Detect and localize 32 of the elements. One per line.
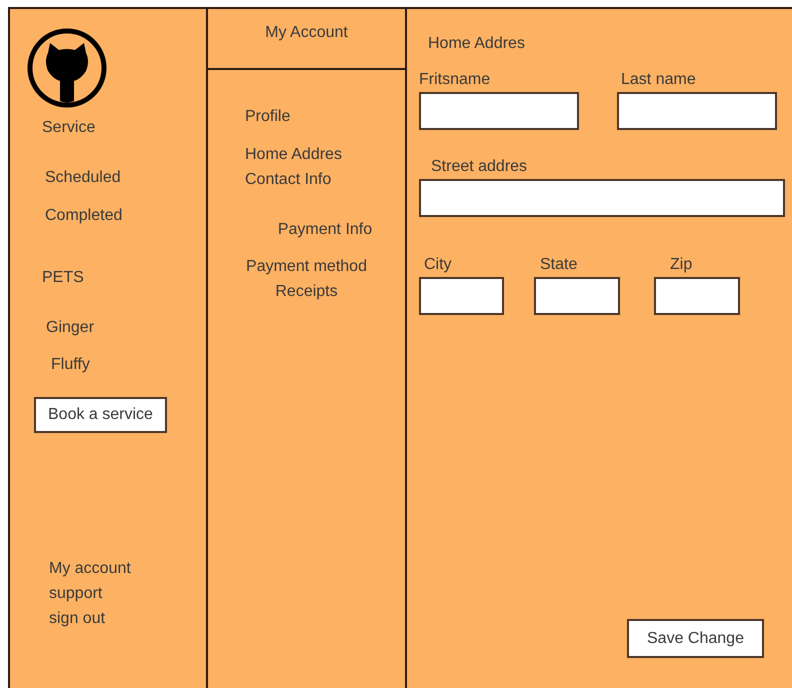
state-field[interactable] <box>534 277 620 315</box>
menu-item[interactable]: Contact Info <box>245 170 332 190</box>
field-label: State <box>540 255 578 275</box>
field-label: City <box>424 255 453 275</box>
nav-link[interactable]: Completed <box>45 206 122 226</box>
book-service-button[interactable]: Book a service <box>34 397 167 433</box>
pet-link[interactable]: Ginger <box>46 318 94 338</box>
footer-link[interactable]: support <box>49 584 102 604</box>
field-label: Last name <box>621 70 697 90</box>
footer-link[interactable]: sign out <box>49 609 106 629</box>
zip-field[interactable] <box>654 277 740 315</box>
footer-link[interactable]: My account <box>49 559 131 579</box>
street-field[interactable] <box>419 179 785 217</box>
field-label: Street addres <box>431 157 528 177</box>
pet-link[interactable]: Fluffy <box>51 355 90 375</box>
section-heading: PETS <box>42 268 84 288</box>
menu-item[interactable]: Profile <box>245 107 290 127</box>
field-label: Fritsname <box>419 70 492 90</box>
menu-item[interactable]: Payment method <box>246 257 367 277</box>
menu-item[interactable]: Payment Info <box>278 220 372 240</box>
menu-item[interactable]: Receipts <box>275 282 338 302</box>
field-label: Zip <box>670 255 694 275</box>
last-name-field[interactable] <box>617 92 777 130</box>
form-title: Home Addres <box>428 34 525 54</box>
save-change-button[interactable]: Save Change <box>627 619 764 658</box>
menu-title: My Account <box>265 22 348 42</box>
menu-item[interactable]: Home Addres <box>245 145 342 165</box>
city-field[interactable] <box>419 277 504 315</box>
first-name-field[interactable] <box>419 92 579 130</box>
nav-link[interactable]: Scheduled <box>45 168 121 188</box>
section-heading: Service <box>42 118 96 138</box>
cat-logo-icon <box>26 27 108 109</box>
